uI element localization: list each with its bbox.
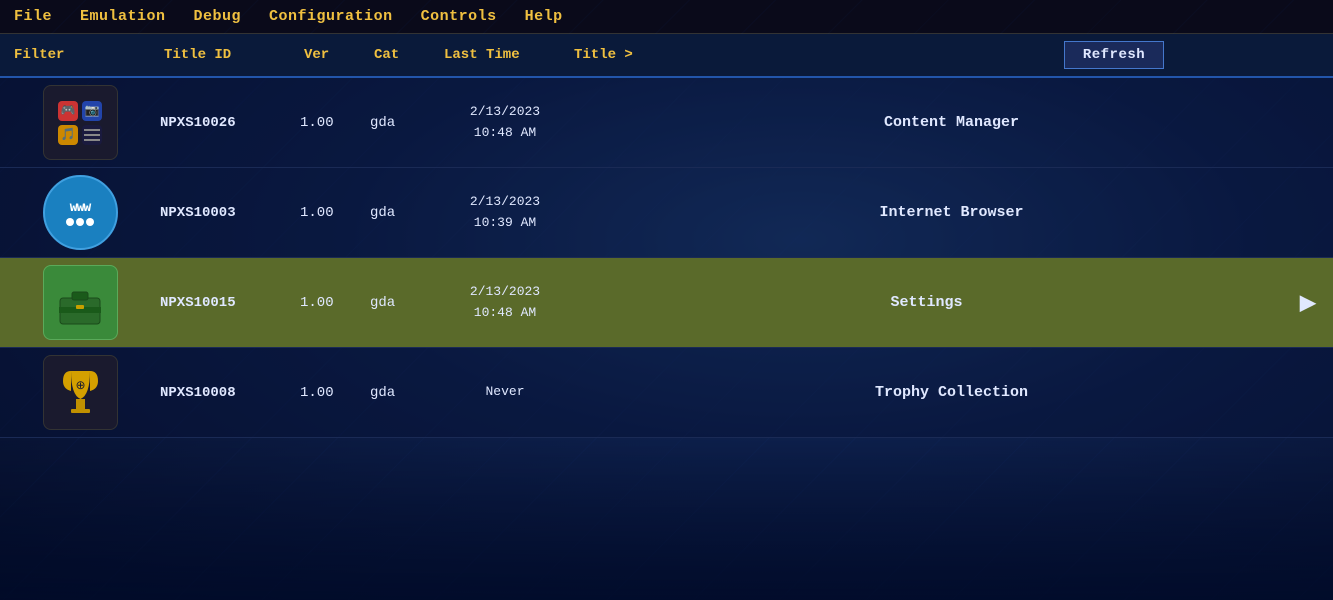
svg-text:⊕: ⊕ (75, 378, 85, 392)
table-header: Filter Title ID Ver Cat Last Time Title … (0, 34, 1333, 78)
row-lasttime-3: 2/13/2023 10:48 AM (440, 282, 570, 324)
selected-arrow-icon: ▶ (1283, 285, 1333, 320)
browser-dots (66, 218, 94, 226)
row-lasttime-4: Never (440, 382, 570, 403)
row-title-2: Internet Browser (570, 204, 1333, 221)
col-filter: Filter (4, 47, 164, 63)
refresh-button[interactable]: Refresh (1064, 41, 1164, 69)
row-lasttime-date-3: 2/13/2023 (470, 284, 540, 299)
row-ver-2: 1.00 (300, 205, 370, 221)
row-icon-settings (0, 259, 160, 346)
menu-file[interactable]: File (0, 6, 66, 27)
icon-camera: 📷 (82, 101, 102, 121)
row-lasttime-date-2: 2/13/2023 (470, 194, 540, 209)
row-lasttime-time-1: 10:48 AM (474, 125, 536, 140)
trophy-svg: ⊕ (53, 363, 108, 423)
row-lasttime-time-3: 10:48 AM (474, 305, 536, 320)
row-icon-browser: www (0, 169, 160, 256)
menu-help[interactable]: Help (511, 6, 577, 27)
row-titleid-1: NPXS10026 (160, 115, 300, 131)
row-icon-trophy: ⊕ (0, 349, 160, 436)
col-cat: Cat (374, 47, 444, 63)
menu-debug[interactable]: Debug (180, 6, 256, 27)
menubar: File Emulation Debug Configuration Contr… (0, 0, 1333, 34)
row-cat-4: gda (370, 385, 440, 401)
icon-browser: www (43, 175, 118, 250)
browser-www-text: www (70, 200, 90, 215)
row-lasttime-val-4: Never (485, 384, 524, 399)
row-titleid-4: NPXS10008 (160, 385, 300, 401)
row-lasttime-2: 2/13/2023 10:39 AM (440, 192, 570, 234)
menu-emulation[interactable]: Emulation (66, 6, 180, 27)
row-ver-4: 1.00 (300, 385, 370, 401)
row-cat-3: gda (370, 295, 440, 311)
row-titleid-3: NPXS10015 (160, 295, 300, 311)
col-titleid: Title ID (164, 47, 304, 63)
row-title-3: Settings (570, 294, 1283, 311)
menu-configuration[interactable]: Configuration (255, 6, 407, 27)
col-lasttime: Last Time (444, 47, 574, 63)
icon-gamepad: 🎮 (58, 101, 78, 121)
row-lasttime-date-1: 2/13/2023 (470, 104, 540, 119)
table-body: 🎮 📷 🎵 NPXS10026 1.00 (0, 78, 1333, 438)
row-title-4: Trophy Collection (570, 384, 1333, 401)
game-list-table: Filter Title ID Ver Cat Last Time Title … (0, 34, 1333, 438)
row-cat-1: gda (370, 115, 440, 131)
row-icon-content-manager: 🎮 📷 🎵 (0, 79, 160, 166)
toolbox-svg (55, 278, 105, 328)
row-ver-3: 1.00 (300, 295, 370, 311)
table-row[interactable]: www NPXS10003 1.00 gda 2/13/2023 10:39 A… (0, 168, 1333, 258)
table-row[interactable]: ⊕ NPXS10008 1.00 gda Never Trophy Collec… (0, 348, 1333, 438)
row-titleid-2: NPXS10003 (160, 205, 300, 221)
table-row[interactable]: NPXS10015 1.00 gda 2/13/2023 10:48 AM Se… (0, 258, 1333, 348)
icon-content-manager: 🎮 📷 🎵 (43, 85, 118, 160)
row-ver-1: 1.00 (300, 115, 370, 131)
col-ver: Ver (304, 47, 374, 63)
icon-trophy: ⊕ (43, 355, 118, 430)
refresh-button-container: Refresh (1059, 41, 1169, 69)
row-title-1: Content Manager (570, 114, 1333, 131)
row-lasttime-1: 2/13/2023 10:48 AM (440, 102, 570, 144)
icon-bars (82, 125, 102, 145)
icon-music: 🎵 (58, 125, 78, 145)
table-row[interactable]: 🎮 📷 🎵 NPXS10026 1.00 (0, 78, 1333, 168)
col-title: Title > (574, 47, 1059, 63)
row-cat-2: gda (370, 205, 440, 221)
icon-settings (43, 265, 118, 340)
background-overlay (0, 440, 1333, 600)
menu-controls[interactable]: Controls (407, 6, 511, 27)
row-lasttime-time-2: 10:39 AM (474, 215, 536, 230)
